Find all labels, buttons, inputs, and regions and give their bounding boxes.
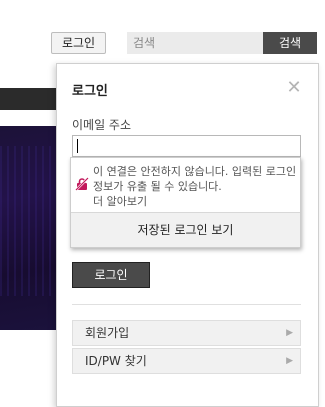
popup-title: 로그인: [72, 84, 108, 99]
signup-link[interactable]: 회원가입 ▶: [72, 320, 301, 346]
chevron-right-icon: ▶: [286, 328, 293, 338]
login-button[interactable]: 로그인: [72, 262, 150, 288]
autofill-warning-dropdown: 이 연결은 안전하지 않습니다. 입력된 로그인 정보가 유출 될 수 있습니다…: [70, 157, 301, 248]
search-button[interactable]: 검색: [263, 32, 317, 54]
close-icon[interactable]: ✕: [284, 78, 304, 98]
view-saved-logins-button[interactable]: 저장된 로그인 보기: [71, 213, 300, 247]
background-image: [0, 126, 60, 330]
learn-more-link[interactable]: 더 알아보기: [93, 194, 147, 209]
find-id-pw-link[interactable]: ID/PW 찾기 ▶: [72, 348, 301, 374]
find-id-pw-label: ID/PW 찾기: [85, 354, 147, 368]
insecure-warning-text: 이 연결은 안전하지 않습니다. 입력된 로그인 정보가 유출 될 수 있습니다…: [93, 165, 297, 193]
search-input[interactable]: 검색: [127, 32, 263, 54]
text-caret: [77, 139, 78, 153]
popup-divider: [72, 304, 301, 305]
chevron-right-icon: ▶: [286, 356, 293, 366]
email-label: 이메일 주소: [72, 118, 132, 132]
email-field[interactable]: [72, 135, 301, 157]
header-login-button[interactable]: 로그인: [51, 32, 106, 54]
signup-label: 회원가입: [85, 326, 130, 340]
login-popup: 로그인 ✕ 이메일 주소 이 연결은 안전하지 않습니다. 입력된 로그인 정보…: [56, 63, 319, 407]
background-nav-bar: [0, 88, 60, 110]
insecure-lock-icon: [75, 177, 89, 191]
